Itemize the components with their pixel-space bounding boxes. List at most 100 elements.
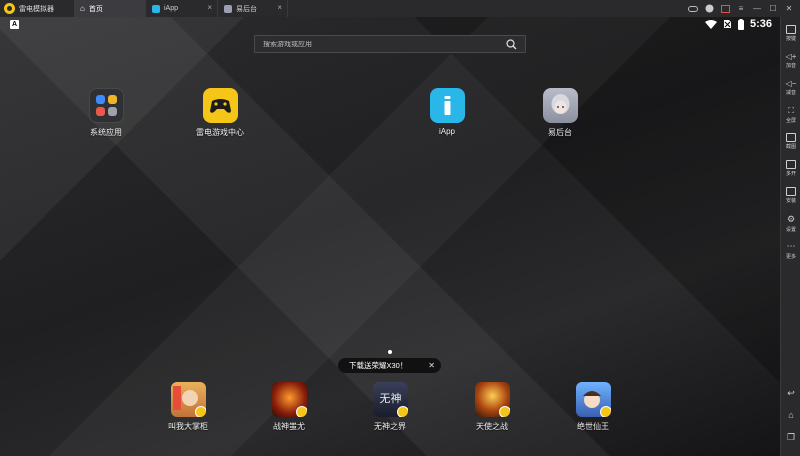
- tab-home[interactable]: ⌂ 首页: [74, 0, 146, 17]
- status-time: 5:36: [749, 18, 772, 30]
- sidebar-item-label: 加音: [785, 63, 796, 69]
- wifi-icon: [704, 19, 717, 29]
- title-bar: 雷电模拟器 ⌂ 首页 iApp × 易后台 × ≡ — ☐ ✕: [0, 0, 800, 17]
- anime-avatar-icon: [542, 88, 578, 123]
- sidebar-item-fullscreen[interactable]: ⛶ 全屏: [781, 106, 800, 124]
- app-iapp[interactable]: iApp: [407, 88, 487, 136]
- sidebar-item-more[interactable]: ⋯ 更多: [781, 241, 800, 260]
- promo-banner[interactable]: 下载送荣耀X30！ ✕: [338, 358, 441, 373]
- gamepad-icon[interactable]: [688, 4, 698, 14]
- app-title-text: 雷电模拟器: [19, 5, 54, 13]
- game-badge-icon: [194, 406, 206, 417]
- game-jiaowo-dazhanggui[interactable]: 叫我大掌柜: [148, 382, 228, 432]
- svg-text:无神: 无神: [379, 391, 401, 405]
- ldplayer-logo-icon: [4, 3, 15, 14]
- install-apk-icon: [786, 187, 796, 196]
- sidebar-item-install[interactable]: 安装: [781, 187, 800, 204]
- keyboard-icon: [786, 25, 796, 34]
- app-yihoutai[interactable]: 易后台: [520, 88, 600, 138]
- game-badge-icon: [396, 406, 408, 417]
- game-icon: [474, 382, 510, 417]
- game-tianshi-zhizhan[interactable]: 天使之战: [452, 382, 532, 432]
- folder-icon: [88, 88, 124, 123]
- sidebar-item-label: 更多: [785, 254, 796, 260]
- promo-text: 下载送荣耀X30！: [349, 361, 408, 370]
- volume-down-icon: ◁−: [785, 79, 797, 88]
- close-window-icon[interactable]: ✕: [784, 4, 794, 14]
- iapp-small-icon: [152, 4, 160, 13]
- game-icon: [575, 382, 611, 417]
- sidebar-item-multi-instance[interactable]: 多开: [781, 160, 800, 177]
- app-label: 雷电游戏中心: [196, 128, 244, 137]
- app-leidian-game-center[interactable]: 雷电游戏中心: [180, 88, 260, 138]
- tab-label: iApp: [164, 5, 179, 12]
- sidebar-item-label: 安装: [785, 198, 796, 204]
- status-app-icon: A: [10, 20, 19, 29]
- maximize-icon[interactable]: ☐: [768, 4, 778, 14]
- game-badge-icon: [295, 406, 307, 417]
- iapp-icon: [429, 88, 465, 123]
- gamepad-icon: [202, 88, 238, 123]
- sidebar-item-settings[interactable]: ⚙ 设置: [781, 214, 800, 233]
- battery-icon: [737, 18, 744, 30]
- app-label: 易后台: [548, 128, 572, 137]
- sidebar-item-label: 设置: [785, 227, 796, 233]
- user-avatar-icon[interactable]: [704, 4, 714, 14]
- recent-apps-icon[interactable]: ❐: [781, 432, 800, 443]
- sidebar-item-label: 截图: [785, 144, 796, 150]
- fullscreen-icon: ⛶: [788, 106, 794, 115]
- avatar-small-icon: [224, 4, 232, 13]
- screenshot-icon: [786, 133, 796, 142]
- home-icon: ⌂: [80, 4, 85, 13]
- window-controls: ≡ — ☐ ✕: [688, 0, 800, 17]
- search-input[interactable]: [263, 40, 503, 48]
- app-label: 无神之界: [374, 422, 406, 431]
- gear-icon: ⚙: [786, 214, 796, 224]
- back-icon[interactable]: ↩: [781, 388, 800, 399]
- minimize-icon[interactable]: —: [752, 4, 762, 14]
- tab-iapp[interactable]: iApp ×: [146, 0, 218, 17]
- sidebar-item-volume-down[interactable]: ◁− 减音: [781, 79, 800, 96]
- sidebar-item-screenshot[interactable]: 截图: [781, 133, 800, 150]
- app-label: 战神蚩尤: [273, 422, 305, 431]
- close-icon[interactable]: ×: [207, 3, 212, 12]
- status-bar: A 5:36: [0, 17, 780, 33]
- multi-instance-icon: [786, 160, 796, 169]
- android-screen: A 5:36 系统应用 雷电游戏中心 iApp: [0, 17, 780, 456]
- app-label: 叫我大掌柜: [168, 422, 208, 431]
- game-icon: [271, 382, 307, 417]
- home-nav-icon[interactable]: ⌂: [781, 410, 800, 420]
- app-system-apps[interactable]: 系统应用: [66, 88, 146, 138]
- app-label: 系统应用: [90, 128, 122, 137]
- page-indicator-dot: [388, 350, 392, 354]
- game-icon: [170, 382, 206, 417]
- game-icon: 无神: [372, 382, 408, 417]
- app-label: iApp: [438, 127, 455, 136]
- tab-label: 易后台: [236, 5, 257, 13]
- sidebar-item-label: 按键: [785, 36, 796, 42]
- sidebar-item-volume-up[interactable]: ◁+ 加音: [781, 52, 800, 69]
- promo-close-icon[interactable]: ✕: [428, 361, 435, 370]
- tab-yihoutai[interactable]: 易后台 ×: [218, 0, 288, 17]
- no-sim-icon: [723, 20, 731, 28]
- search-bar[interactable]: [254, 35, 526, 53]
- sidebar-item-label: 多开: [785, 171, 796, 177]
- tab-label: 首页: [88, 5, 103, 13]
- more-icon: ⋯: [786, 241, 796, 251]
- game-badge-icon: [599, 406, 611, 417]
- menu-icon[interactable]: ≡: [736, 4, 746, 14]
- game-wushen-zhijie[interactable]: 无神 无神之界: [350, 382, 430, 432]
- sidebar-item-keymap[interactable]: 按键: [781, 25, 800, 42]
- volume-up-icon: ◁+: [785, 52, 797, 61]
- app-title: 雷电模拟器: [0, 0, 74, 17]
- app-label: 绝世仙王: [577, 422, 609, 431]
- status-right: 5:36: [704, 18, 772, 30]
- search-icon[interactable]: [506, 39, 517, 50]
- close-icon[interactable]: ×: [277, 3, 282, 12]
- sidebar-item-label: 全屏: [785, 118, 796, 124]
- game-jueshi-xianwang[interactable]: 绝世仙王: [553, 382, 633, 432]
- game-zhanshen-chiyou[interactable]: 战神蚩尤: [249, 382, 329, 432]
- mail-icon[interactable]: [720, 4, 730, 14]
- game-badge-icon: [498, 406, 510, 417]
- app-label: 天使之战: [476, 422, 508, 431]
